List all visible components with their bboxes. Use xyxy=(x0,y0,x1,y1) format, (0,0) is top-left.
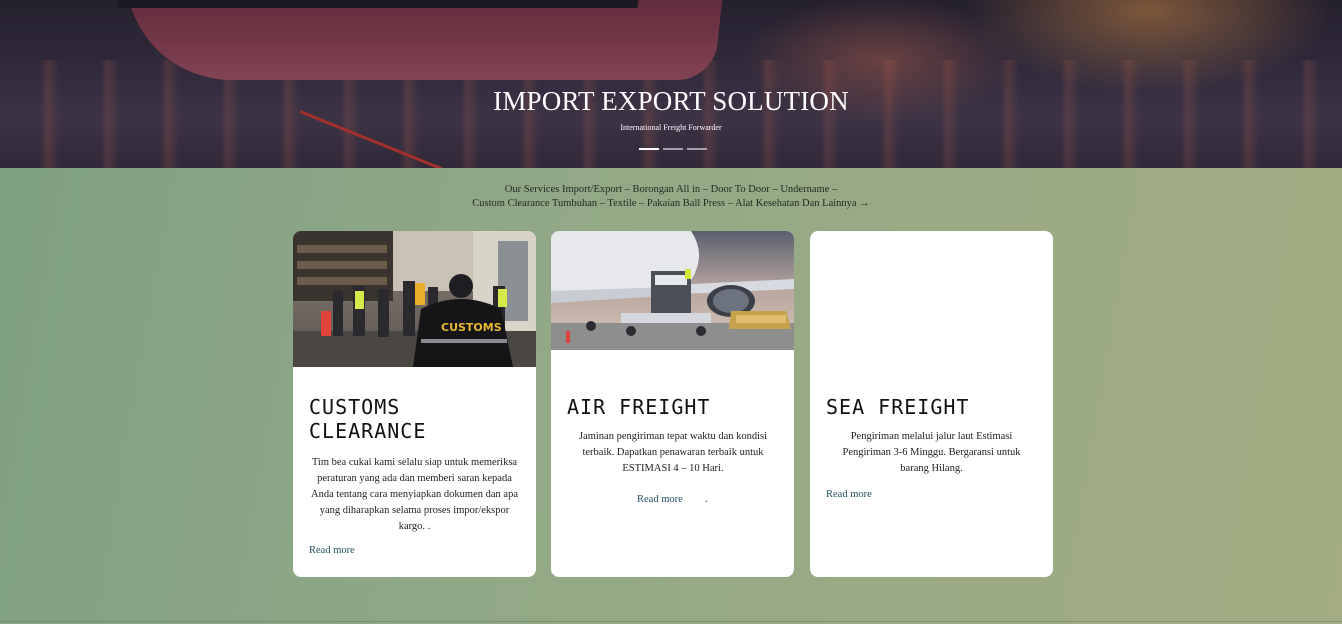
services-summary[interactable]: Our Services Import/Export – Borongan Al… xyxy=(0,183,1342,211)
customs-badge: CUSTOMS xyxy=(441,321,502,334)
customs-title-line-1: CUSTOMS xyxy=(309,395,401,419)
services-line-2: Custom Clearance Tumbuhan – Textile – Pa… xyxy=(472,198,870,209)
customs-card-image: CUSTOMS xyxy=(293,231,536,367)
slider-dot-1[interactable] xyxy=(639,148,659,150)
slider-dots xyxy=(639,148,707,150)
air-freight-card-image xyxy=(551,231,794,350)
card-customs-clearance: CUSTOMS CUSTOMS CLEARANCE Tim bea cukai … xyxy=(293,231,536,577)
customs-card-title: CUSTOMS CLEARANCE xyxy=(309,395,426,443)
hero-title: IMPORT EXPORT SOLUTION xyxy=(493,86,849,116)
hero-overlay xyxy=(0,0,1342,168)
customs-card-description: Tim bea cukai kami selalu siap untuk mem… xyxy=(310,457,518,532)
services-line-1: Our Services Import/Export – Borongan Al… xyxy=(504,184,838,195)
slider-dot-3[interactable] xyxy=(687,148,707,150)
air-freight-card-title: AIR FREIGHT xyxy=(567,395,711,419)
customs-read-more-link[interactable]: Read more xyxy=(309,545,355,556)
slider-dot-2[interactable] xyxy=(663,148,683,150)
hero-subtitle: International Freight Forwarder xyxy=(620,123,722,132)
sea-freight-read-more-link[interactable]: Read more xyxy=(826,489,872,500)
section-divider xyxy=(0,621,1342,622)
air-freight-card-description: Jaminan pengiriman tepat waktu dan kondi… xyxy=(578,431,768,474)
hero-slider: IMPORT EXPORT SOLUTION International Fre… xyxy=(0,0,1342,168)
sea-freight-card-description: Pengiriman melalui jalur laut Estimasi P… xyxy=(842,431,1021,474)
sea-freight-card-title: SEA FREIGHT xyxy=(826,395,970,419)
card-sea-freight: SEA FREIGHT Pengiriman melalui jalur lau… xyxy=(810,231,1053,577)
card-air-freight: AIR FREIGHT Jaminan pengiriman tepat wak… xyxy=(551,231,794,577)
customs-title-line-2: CLEARANCE xyxy=(309,419,427,443)
air-freight-trailing-dot: . xyxy=(705,494,708,505)
air-freight-read-more-link[interactable]: Read more xyxy=(637,494,683,505)
